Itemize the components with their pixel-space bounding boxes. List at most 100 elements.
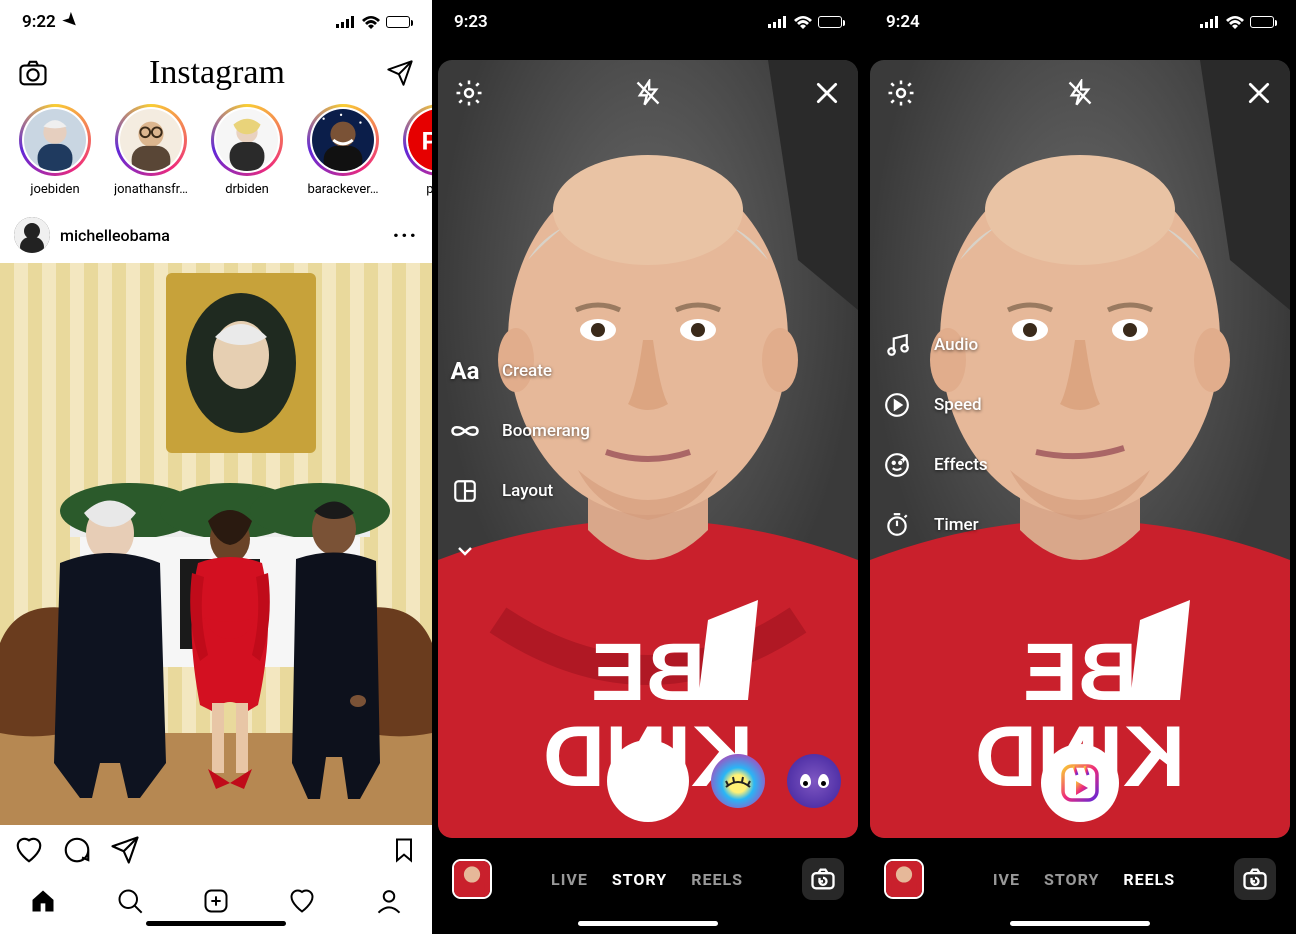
status-time: 9:22 [22, 12, 56, 32]
share-icon[interactable] [110, 835, 140, 869]
tool-create[interactable]: Aa Create [450, 356, 590, 386]
story-ring[interactable]: jonathansfr… [112, 104, 190, 197]
tool-label: Timer [934, 515, 979, 535]
create-tab[interactable] [202, 887, 230, 919]
instagram-logo[interactable]: Instagram [149, 54, 285, 92]
activity-tab[interactable] [288, 887, 316, 919]
home-indicator [578, 921, 718, 926]
location-arrow-icon: ➤ [58, 8, 82, 32]
music-icon [882, 330, 912, 360]
stories-tray[interactable]: joebiden jonathansfr… drbiden barackever… [0, 100, 432, 207]
story-ring[interactable]: PC pcm [400, 104, 432, 197]
post-header: michelleobama ··· [0, 207, 432, 263]
search-tab[interactable] [116, 887, 144, 919]
post-user[interactable]: michelleobama [14, 217, 170, 253]
text-aa-icon: Aa [450, 356, 480, 386]
gallery-thumbnail[interactable] [884, 859, 924, 899]
mode-story[interactable]: STORY [1044, 870, 1099, 889]
svg-text:BE: BE [591, 627, 705, 718]
feed-image[interactable] [0, 263, 432, 825]
effect-preset-2[interactable] [787, 754, 841, 808]
phone-reels-camera: 9:24 BE KIND [864, 0, 1296, 934]
tool-label: Audio [934, 335, 978, 355]
tool-effects[interactable]: Effects [882, 450, 988, 480]
svg-text:BE: BE [1023, 627, 1137, 718]
camera-icon[interactable] [18, 58, 48, 88]
profile-tab[interactable] [375, 887, 403, 919]
tool-label: Layout [502, 481, 553, 501]
wifi-icon [794, 16, 812, 29]
tool-label: Create [502, 361, 552, 381]
phone-feed: 9:22 ➤ Instagram joebiden jonathans [0, 0, 432, 934]
flash-off-icon[interactable] [1063, 76, 1097, 110]
close-icon[interactable] [810, 76, 844, 110]
tool-label: Speed [934, 395, 982, 415]
status-time: 9:23 [454, 12, 488, 32]
mode-reels[interactable]: REELS [1123, 870, 1175, 889]
camera-bottom-bar: LIVE STORY REELS [432, 858, 864, 900]
wifi-icon [1226, 16, 1244, 29]
wifi-icon [362, 16, 380, 29]
tool-boomerang[interactable]: Boomerang [450, 416, 590, 446]
story-ring[interactable]: barackever… [304, 104, 382, 197]
mode-reels[interactable]: REELS [691, 870, 743, 889]
cellular-icon [336, 16, 356, 28]
camera-modes[interactable]: IVE STORY REELS [934, 870, 1234, 889]
top-bar: Instagram [0, 44, 432, 100]
reels-shutter-button[interactable] [1041, 744, 1119, 822]
status-bar: 9:23 [432, 0, 864, 44]
phone-story-camera: 9:23 BE KIND [432, 0, 864, 934]
tool-timer[interactable]: Timer [882, 510, 988, 540]
home-indicator [1010, 921, 1150, 926]
status-time: 9:24 [886, 12, 920, 32]
username: michelleobama [60, 226, 170, 245]
battery-icon [386, 16, 410, 28]
cellular-icon [768, 16, 788, 28]
mode-live[interactable]: LIVE [551, 870, 588, 889]
timer-icon [882, 510, 912, 540]
camera-flip-button[interactable] [1234, 858, 1276, 900]
chevron-down-icon [450, 536, 480, 566]
story-label: drbiden [225, 182, 269, 197]
camera-top-controls [884, 76, 1276, 110]
battery-icon [818, 16, 842, 28]
camera-modes[interactable]: LIVE STORY REELS [492, 870, 802, 889]
gallery-thumbnail[interactable] [452, 859, 492, 899]
story-ring[interactable]: joebiden [16, 104, 94, 197]
tool-speed[interactable]: Speed [882, 390, 988, 420]
story-label: jonathansfr… [114, 182, 188, 197]
tool-label: Effects [934, 455, 988, 475]
tool-layout[interactable]: Layout [450, 476, 590, 506]
home-tab[interactable] [29, 887, 57, 919]
mode-live[interactable]: IVE [993, 870, 1020, 889]
tool-audio[interactable]: Audio [882, 330, 988, 360]
layout-icon [450, 476, 480, 506]
direct-icon[interactable] [386, 59, 414, 87]
capture-row [432, 740, 864, 822]
infinity-icon [450, 416, 480, 446]
shutter-button[interactable] [607, 740, 689, 822]
cellular-icon [1200, 16, 1220, 28]
like-icon[interactable] [14, 835, 44, 869]
comment-icon[interactable] [62, 835, 92, 869]
settings-icon[interactable] [452, 76, 486, 110]
camera-bottom-bar: IVE STORY REELS [864, 858, 1296, 900]
reels-tools: Audio Speed Effects Timer [882, 330, 988, 540]
bookmark-icon[interactable] [390, 836, 418, 868]
settings-icon[interactable] [884, 76, 918, 110]
capture-row [864, 744, 1296, 822]
mode-story[interactable]: STORY [612, 870, 667, 889]
story-ring[interactable]: drbiden [208, 104, 286, 197]
flash-off-icon[interactable] [631, 76, 665, 110]
more-icon[interactable]: ··· [393, 223, 418, 247]
svg-text:PC: PC [422, 128, 432, 156]
camera-flip-button[interactable] [802, 858, 844, 900]
speed-icon [882, 390, 912, 420]
status-bar: 9:22 ➤ [0, 0, 432, 44]
status-bar: 9:24 [864, 0, 1296, 44]
effect-preset-1[interactable] [711, 754, 765, 808]
avatar [14, 217, 50, 253]
close-icon[interactable] [1242, 76, 1276, 110]
tool-expand[interactable] [450, 536, 590, 566]
camera-top-controls [452, 76, 844, 110]
